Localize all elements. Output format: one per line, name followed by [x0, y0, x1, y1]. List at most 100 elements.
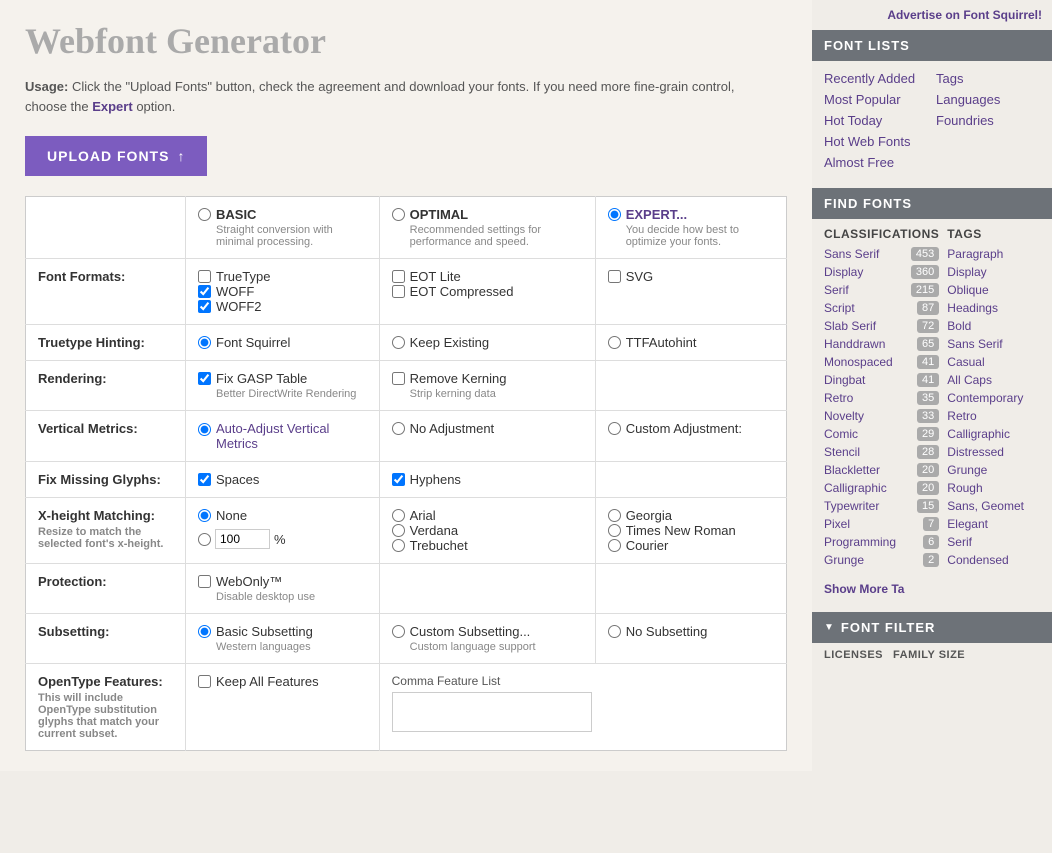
xheight-georgia[interactable]: Georgia — [608, 508, 774, 523]
font-list-recently-added[interactable]: Recently Added — [824, 69, 928, 88]
xheight-trebuchet-radio[interactable] — [392, 539, 405, 552]
missing-glyphs-spaces-checkbox[interactable] — [198, 473, 211, 486]
format-svg-checkbox[interactable] — [608, 270, 621, 283]
xheight-trebuchet[interactable]: Trebuchet — [392, 538, 583, 553]
mode-optimal-label[interactable]: OPTIMAL — [392, 207, 583, 222]
subsetting-basic-radio[interactable] — [198, 625, 211, 638]
rendering-remove-kerning[interactable]: Remove Kerning — [392, 371, 583, 386]
font-list-foundries[interactable]: Foundries — [936, 111, 1040, 130]
xheight-none-radio[interactable] — [198, 509, 211, 522]
hinting-keepexisting[interactable]: Keep Existing — [392, 335, 583, 350]
format-svg[interactable]: SVG — [608, 269, 774, 284]
opentype-feature-list-label: Comma Feature List — [392, 674, 774, 688]
subsetting-custom-radio[interactable] — [392, 625, 405, 638]
vertical-metrics-none-radio[interactable] — [392, 422, 405, 435]
advertise-bar: Advertise on Font Squirrel! — [812, 0, 1052, 30]
format-woff2-checkbox[interactable] — [198, 300, 211, 313]
hinting-fontsquirrel[interactable]: Font Squirrel — [198, 335, 367, 350]
classif-serif: Serif215 — [824, 281, 939, 299]
mode-row: BASIC Straight conversion with minimal p… — [26, 197, 787, 259]
format-eot-lite-checkbox[interactable] — [392, 270, 405, 283]
xheight-none[interactable]: None — [198, 508, 367, 523]
tags-header: TAGS — [947, 227, 1040, 245]
format-woff2[interactable]: WOFF2 — [198, 299, 367, 314]
mode-optimal-radio[interactable] — [392, 208, 405, 221]
protection-webonly-checkbox[interactable] — [198, 575, 211, 588]
mode-basic-label[interactable]: BASIC — [198, 207, 367, 222]
format-eot-compressed[interactable]: EOT Compressed — [392, 284, 583, 299]
missing-glyphs-spaces[interactable]: Spaces — [198, 472, 367, 487]
font-list-hot-web-fonts[interactable]: Hot Web Fonts — [824, 132, 928, 151]
classif-script: Script87 — [824, 299, 939, 317]
missing-glyphs-hyphens[interactable]: Hyphens — [392, 472, 583, 487]
xheight-custom-radio[interactable] — [198, 533, 211, 546]
font-list-most-popular[interactable]: Most Popular — [824, 90, 928, 109]
rendering-fix-gasp[interactable]: Fix GASP Table — [198, 371, 367, 386]
font-list-tags[interactable]: Tags — [936, 69, 1040, 88]
classif-blackletter: Blackletter20 — [824, 461, 939, 479]
font-list-hot-today[interactable]: Hot Today — [824, 111, 928, 130]
missing-glyphs-hyphens-checkbox[interactable] — [392, 473, 405, 486]
advertise-link[interactable]: Advertise on Font Squirrel! — [887, 8, 1042, 22]
opentype-feature-list-input[interactable] — [392, 692, 592, 732]
hinting-ttfautohint[interactable]: TTFAutohint — [608, 335, 774, 350]
xheight-times[interactable]: Times New Roman — [608, 523, 774, 538]
mode-expert-radio[interactable] — [608, 208, 621, 221]
mode-optimal-text: OPTIMAL — [410, 207, 469, 222]
xheight-courier[interactable]: Courier — [608, 538, 774, 553]
hinting-ttfautohint-radio[interactable] — [608, 336, 621, 349]
xheight-times-radio[interactable] — [608, 524, 621, 537]
mode-basic-text: BASIC — [216, 207, 256, 222]
hinting-fontsquirrel-radio[interactable] — [198, 336, 211, 349]
xheight-value-input[interactable] — [215, 529, 270, 549]
upload-fonts-button[interactable]: UPLOAD FONTS ↑ — [25, 136, 207, 176]
font-list-languages[interactable]: Languages — [936, 90, 1040, 109]
mode-expert-label[interactable]: EXPERT... — [608, 207, 774, 222]
opentype-keepall-cell: Keep All Features — [186, 664, 380, 751]
xheight-georgia-radio[interactable] — [608, 509, 621, 522]
missing-glyphs-hyphens-cell: Hyphens — [379, 462, 595, 498]
font-filter-title: FONT FILTER — [841, 620, 936, 635]
vertical-metrics-auto-radio[interactable] — [198, 423, 211, 436]
font-list-almost-free[interactable]: Almost Free — [824, 153, 928, 172]
format-truetype[interactable]: TrueType — [198, 269, 367, 284]
tag-contemporary: Contemporary — [947, 389, 1040, 407]
subsetting-basic[interactable]: Basic Subsetting — [198, 624, 367, 639]
subsetting-custom[interactable]: Custom Subsetting... — [392, 624, 583, 639]
protection-webonly[interactable]: WebOnly™ — [198, 574, 367, 589]
vertical-metrics-custom[interactable]: Custom Adjustment: — [608, 421, 774, 436]
opentype-keepall-checkbox[interactable] — [198, 675, 211, 688]
classifications-header: CLASSIFICATIONS — [824, 227, 939, 245]
subsetting-none-radio[interactable] — [608, 625, 621, 638]
subsetting-none[interactable]: No Subsetting — [608, 624, 774, 639]
show-more-tags-link[interactable]: Show More Ta — [824, 582, 904, 596]
format-woff-checkbox[interactable] — [198, 285, 211, 298]
hinting-keepexisting-radio[interactable] — [392, 336, 405, 349]
vertical-metrics-auto[interactable]: Auto-Adjust Vertical Metrics — [198, 421, 367, 451]
classif-calligraphic: Calligraphic20 — [824, 479, 939, 497]
classif-pixel: Pixel7 — [824, 515, 939, 533]
rendering-fix-gasp-checkbox[interactable] — [198, 372, 211, 385]
xheight-verdana-radio[interactable] — [392, 524, 405, 537]
xheight-arial-radio[interactable] — [392, 509, 405, 522]
filter-subheaders: LICENSES FAMILY SIZE — [812, 643, 1052, 665]
vertical-metrics-none[interactable]: No Adjustment — [392, 421, 583, 436]
format-eot-lite[interactable]: EOT Lite — [392, 269, 583, 284]
format-woff[interactable]: WOFF — [198, 284, 367, 299]
classif-display: Display360 — [824, 263, 939, 281]
usage-suffix: option. — [136, 99, 175, 114]
opentype-keepall[interactable]: Keep All Features — [198, 674, 367, 689]
hinting-fontsquirrel-cell: Font Squirrel — [186, 325, 380, 361]
mode-basic-radio[interactable] — [198, 208, 211, 221]
xheight-verdana[interactable]: Verdana — [392, 523, 583, 538]
xheight-courier-radio[interactable] — [608, 539, 621, 552]
format-truetype-checkbox[interactable] — [198, 270, 211, 283]
usage-expert-link[interactable]: Expert — [92, 99, 132, 114]
format-eot-compressed-checkbox[interactable] — [392, 285, 405, 298]
font-formats-row: Font Formats: TrueType WOFF WOFF2 EOT Li… — [26, 259, 787, 325]
rendering-remove-kerning-checkbox[interactable] — [392, 372, 405, 385]
tag-serif: Serif — [947, 533, 1040, 551]
vertical-metrics-custom-radio[interactable] — [608, 422, 621, 435]
xheight-col1: None % — [186, 498, 380, 564]
xheight-arial[interactable]: Arial — [392, 508, 583, 523]
